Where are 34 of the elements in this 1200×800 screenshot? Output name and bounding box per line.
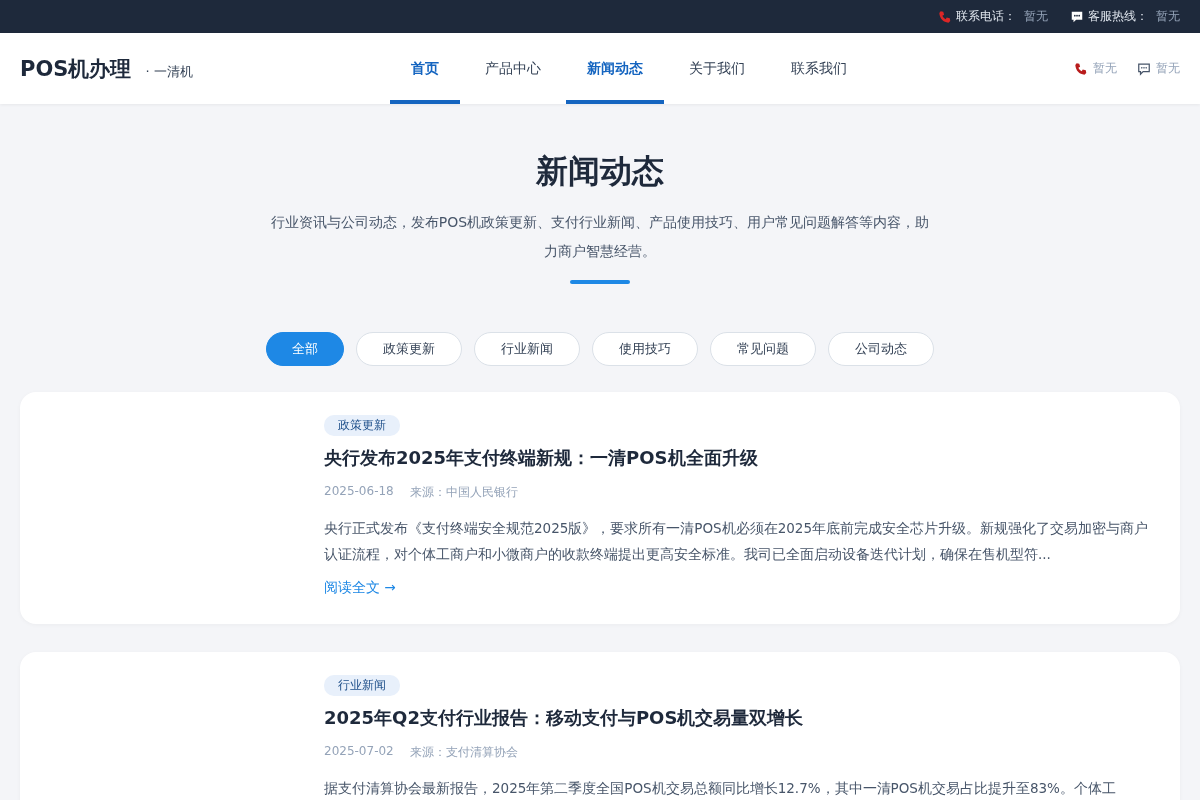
contact-value: 暂无 <box>1156 8 1180 25</box>
phone-icon <box>1074 61 1088 76</box>
nav-link[interactable]: 新闻动态 <box>566 33 664 104</box>
nav-link[interactable]: 产品中心 <box>464 33 562 104</box>
contact-value: 暂无 <box>1024 8 1048 25</box>
article-excerpt: 据支付清算协会最新报告，2025年第二季度全国POS机交易总额同比增长12.7%，其中一清POS机交易占比提升至83%。个体工 <box>324 779 1117 798</box>
article-excerpt: 央行正式发布《支付终端安全规范2025版》，要求所有一清POS机必须在2025年底前完成安全芯片升级。新规强化了交易加密与商户认证流程，对个体工商户和小微商户的收款终端提出更高安全标准。我司已全面启动设备迭代计划，确保在售机型符... <box>324 519 1150 564</box>
nav-link[interactable]: 联系我们 <box>770 33 868 104</box>
article-title[interactable]: 央行发布2025年支付终端新规：一清POS机全面升级 <box>324 446 1160 470</box>
article-source: 来源：中国人民银行 <box>409 484 518 501</box>
category-tag: 政策更新 <box>324 415 400 436</box>
page-title: 新闻动态 <box>535 151 665 192</box>
filter-chip[interactable]: 全部 <box>266 332 344 366</box>
contact-label: 客服热线： <box>1088 8 1148 25</box>
phone-icon <box>938 9 952 24</box>
article-date: 2025-06-18 <box>324 484 394 500</box>
filter-chip[interactable]: 使用技巧 <box>592 332 698 366</box>
nav-link[interactable]: 关于我们 <box>668 33 766 104</box>
page-subtitle: 行业资讯与公司动态，发布POS机政策更新、支付行业新闻、产品使用技巧、用户常见问题解答等内容，助力商户智慧经营。 <box>269 213 931 261</box>
filter-chip[interactable]: 政策更新 <box>356 332 462 366</box>
nav-link[interactable]: 首页 <box>390 33 460 104</box>
chat-icon <box>1137 61 1151 76</box>
article-date: 2025-07-02 <box>324 744 394 760</box>
filter-chip[interactable]: 行业新闻 <box>474 332 580 366</box>
site-logo[interactable]: POS机办理 <box>20 54 132 83</box>
article-title[interactable]: 2025年Q2支付行业报告：移动支付与POS机交易量双增长 <box>324 706 1160 730</box>
filter-chip[interactable]: 公司动态 <box>828 332 934 366</box>
read-more-link[interactable]: 阅读全文 → <box>324 579 396 597</box>
category-tag: 行业新闻 <box>324 675 400 696</box>
tagline: · 一清机 <box>145 62 193 81</box>
filter-chip[interactable]: 常见问题 <box>710 332 816 366</box>
chat-icon <box>1070 9 1084 24</box>
article-source: 来源：支付清算协会 <box>409 744 518 761</box>
contact-label: 联系电话： <box>956 8 1016 25</box>
